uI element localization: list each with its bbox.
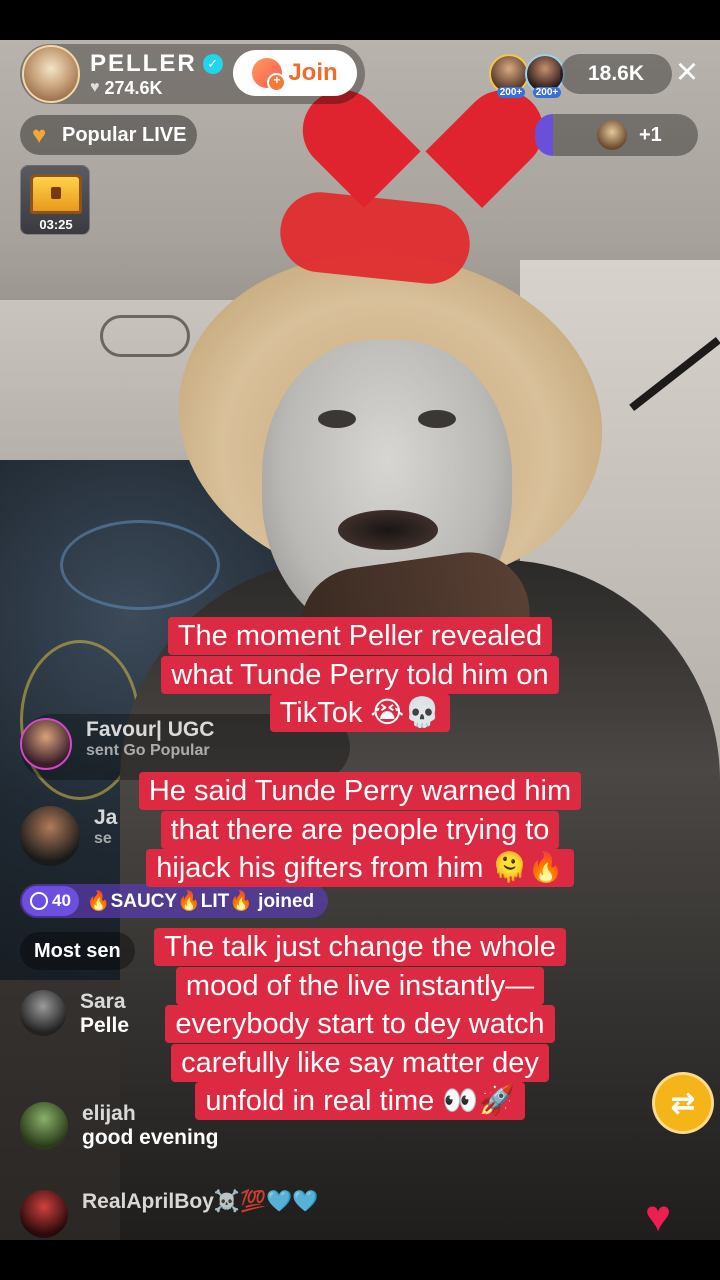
popular-heart-icon (32, 122, 54, 150)
guest-avatar (597, 120, 627, 150)
share-icon[interactable]: ⇄ (652, 1072, 714, 1134)
level-icon (30, 892, 48, 910)
join-label: Join (288, 59, 338, 86)
caption-line: TikTok 😭💀 (269, 694, 451, 732)
treasure-chest-button[interactable]: 03:25 (20, 165, 90, 235)
commenter-avatar[interactable] (20, 1190, 68, 1238)
level-badge: 40 (22, 886, 79, 916)
guest-count: +1 (639, 123, 662, 146)
treasure-timer: 03:25 (39, 217, 73, 232)
top-viewers[interactable]: 200+ 200+ (489, 54, 565, 98)
ceiling-light (100, 315, 190, 357)
caption-block-2: He said Tunde Perry warned him that ther… (0, 772, 720, 888)
caption-line: carefully like say matter dey (171, 1043, 549, 1082)
viewer-count[interactable]: 18.6K (560, 54, 672, 94)
popular-live-label: Popular LIVE (62, 123, 187, 146)
top-viewer-avatar[interactable]: 200+ (525, 54, 565, 98)
treasure-chest-icon (30, 174, 82, 214)
caption-line: that there are people trying to (160, 810, 560, 849)
host-name: PELLER (90, 49, 197, 77)
caption-line: hijack his gifters from him 🫠🔥 (146, 849, 574, 887)
top-viewer-avatar[interactable]: 200+ (489, 54, 529, 98)
comment-text: good evening (82, 1126, 219, 1149)
comment-text: sent Go Popular (86, 742, 210, 759)
viewer-badge: 200+ (496, 87, 526, 98)
close-icon[interactable]: × (667, 51, 707, 93)
caption-line: mood of the live instantly— (175, 966, 545, 1005)
caption-block-1: The moment Peller revealed what Tunde Pe… (0, 617, 720, 733)
heart-mascot-effect (286, 73, 560, 218)
bottom-bar-background (0, 1240, 720, 1280)
verified-icon: ✓ (202, 53, 223, 74)
host-likes-count: 274.6K (104, 77, 163, 98)
viewer-joined-row: 40 🔥SAUCY🔥LIT🔥 joined (20, 884, 329, 918)
caption-line: everybody start to dey watch (165, 1005, 555, 1043)
caption-line: unfold in real time 👀🚀 (195, 1082, 525, 1120)
level-number: 40 (52, 891, 71, 910)
caption-line: The talk just change the whole (154, 928, 566, 966)
popular-live-pill[interactable]: Popular LIVE (20, 115, 197, 155)
comment-username: RealAprilBoy☠️💯🩵🩵 (82, 1190, 319, 1213)
caption-line: He said Tunde Perry warned him (138, 772, 582, 810)
guest-pill[interactable]: +1 (535, 114, 698, 156)
host-avatar[interactable] (22, 45, 80, 103)
comment-item[interactable]: RealAprilBoy☠️💯🩵🩵 (20, 1190, 318, 1238)
like-heart-icon[interactable]: ♥ (645, 1195, 671, 1239)
caption-line: what Tunde Perry told him on (161, 655, 559, 694)
join-fan-club-icon (252, 58, 287, 92)
join-button[interactable]: Join (233, 50, 357, 96)
joined-text: 🔥SAUCY🔥LIT🔥 joined (86, 891, 315, 912)
viewer-badge: 200+ (532, 87, 562, 98)
caption-line: The moment Peller revealed (167, 617, 553, 655)
status-bar-background (0, 0, 720, 40)
likes-heart-icon: ♥ (90, 79, 100, 96)
caption-block-3: The talk just change the whole mood of t… (0, 928, 720, 1121)
